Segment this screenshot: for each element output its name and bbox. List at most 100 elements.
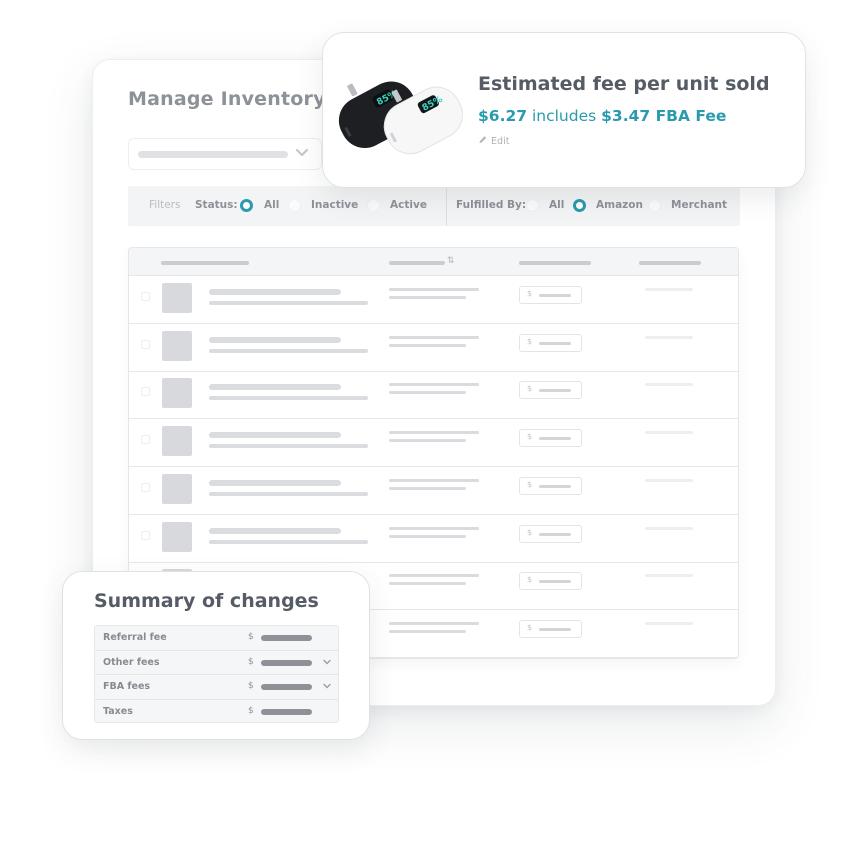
fulfilled-merchant-label[interactable]: Merchant [671, 199, 727, 211]
price-input[interactable]: $ [519, 619, 582, 638]
column-header-price[interactable] [519, 261, 591, 265]
product-subtitle-placeholder [209, 301, 368, 305]
price-placeholder-bar [539, 341, 571, 345]
fee-placeholder [645, 621, 693, 625]
summary-row-other-fees[interactable]: Other fees $ [95, 651, 338, 675]
detail-placeholder [389, 478, 479, 482]
fulfilled-amazon-label[interactable]: Amazon [596, 199, 643, 211]
price-input[interactable]: $ [519, 381, 582, 400]
table-header: ⇅ [129, 248, 738, 276]
detail-placeholder [389, 383, 479, 387]
product-thumbnail [162, 378, 192, 409]
fulfilled-all-label[interactable]: All [549, 199, 564, 211]
price-placeholder-bar [539, 580, 571, 584]
product-thumbnail [162, 473, 192, 504]
price-input[interactable]: $ [519, 286, 582, 304]
status-active-radio[interactable] [367, 199, 380, 212]
status-label: Status: [195, 199, 238, 211]
status-inactive-radio[interactable] [288, 199, 301, 212]
detail-placeholder [389, 534, 466, 538]
column-header-fees[interactable] [639, 261, 701, 265]
filter-divider [446, 186, 447, 226]
value-placeholder-bar [261, 708, 312, 715]
detail-placeholder [389, 439, 466, 443]
summary-row-label: FBA fees [103, 681, 151, 692]
detail-placeholder [389, 582, 466, 586]
filters-label: Filters [149, 199, 181, 211]
currency-symbol: $ [527, 384, 533, 394]
fulfilled-amazon-radio[interactable] [573, 199, 586, 212]
product-subtitle-placeholder [209, 348, 368, 353]
dropdown-placeholder-bar [138, 151, 288, 158]
fee-card-title: Estimated fee per unit sold [478, 73, 770, 95]
detail-placeholder [389, 629, 466, 633]
detail-placeholder [389, 343, 466, 347]
row-checkbox[interactable] [141, 387, 150, 397]
summary-row-label: Referral fee [103, 632, 167, 643]
fee-summary-line: $6.27 includes $3.47 FBA Fee [478, 107, 726, 125]
inventory-dropdown[interactable] [128, 138, 322, 170]
product-title-placeholder [209, 479, 341, 486]
currency-symbol: $ [527, 622, 533, 632]
detail-placeholder [389, 335, 479, 339]
detail-placeholder [389, 574, 479, 578]
status-all-label[interactable]: All [264, 199, 279, 211]
currency-symbol: $ [527, 575, 533, 585]
product-thumbnail [162, 283, 192, 313]
detail-placeholder [389, 431, 479, 435]
table-row[interactable]: $ [129, 276, 738, 324]
price-input[interactable]: $ [519, 572, 582, 591]
table-row[interactable]: $ [129, 467, 738, 515]
column-header-sortable[interactable] [389, 261, 445, 265]
fee-placeholder [645, 431, 693, 435]
price-input[interactable]: $ [519, 524, 582, 543]
summary-of-changes-card: Summary of changes Referral fee $ Other … [62, 571, 370, 740]
row-checkbox[interactable] [141, 292, 150, 301]
summary-title: Summary of changes [94, 590, 319, 612]
fulfilled-merchant-radio[interactable] [648, 199, 661, 212]
currency-symbol: $ [248, 656, 254, 667]
price-input[interactable]: $ [519, 333, 582, 352]
product-subtitle-placeholder [209, 491, 368, 496]
row-checkbox[interactable] [141, 482, 150, 492]
table-row[interactable]: $ [129, 371, 738, 420]
chevron-down-icon[interactable] [323, 682, 331, 690]
status-all-radio[interactable] [240, 199, 253, 212]
product-subtitle-placeholder [209, 539, 368, 544]
status-active-label[interactable]: Active [390, 199, 427, 211]
row-checkbox[interactable] [141, 435, 150, 445]
price-placeholder-bar [539, 532, 571, 536]
total-fee-value: $6.27 [478, 107, 528, 125]
edit-label[interactable]: Edit [491, 136, 509, 147]
fulfilled-all-radio[interactable] [526, 199, 539, 212]
fba-fee-value: $3.47 FBA Fee [601, 107, 727, 125]
table-row[interactable]: $ [129, 324, 738, 372]
row-checkbox[interactable] [141, 530, 150, 540]
price-input[interactable]: $ [519, 476, 582, 495]
currency-symbol: $ [248, 705, 254, 716]
price-placeholder-bar [539, 294, 571, 297]
detail-placeholder [389, 296, 466, 299]
product-title-placeholder [209, 432, 341, 439]
table-row[interactable]: $ [129, 419, 738, 468]
value-placeholder-bar [261, 635, 312, 641]
fee-placeholder [645, 478, 693, 482]
chevron-down-icon[interactable] [323, 658, 331, 666]
status-inactive-label[interactable]: Inactive [311, 199, 358, 211]
sort-icon[interactable]: ⇅ [447, 257, 455, 266]
estimated-fee-card: 85% 85% Estimated fee per unit sold $6.2… [322, 32, 806, 188]
currency-symbol: $ [527, 432, 533, 442]
column-header-product[interactable] [161, 261, 249, 265]
pencil-icon [479, 136, 487, 144]
table-row[interactable]: $ [129, 515, 738, 563]
price-placeholder-bar [539, 484, 571, 488]
product-title-placeholder [209, 336, 341, 343]
price-input[interactable]: $ [519, 429, 582, 448]
price-placeholder-bar [539, 389, 571, 393]
filter-bar: Filters Status: All Inactive Active Fulf… [128, 186, 740, 226]
fulfilled-by-label: Fulfilled By: [456, 199, 527, 211]
fee-placeholder [645, 335, 693, 339]
row-checkbox[interactable] [141, 339, 150, 349]
summary-row-fba-fees[interactable]: FBA fees $ [95, 675, 338, 700]
edit-link[interactable]: Edit [478, 135, 509, 147]
